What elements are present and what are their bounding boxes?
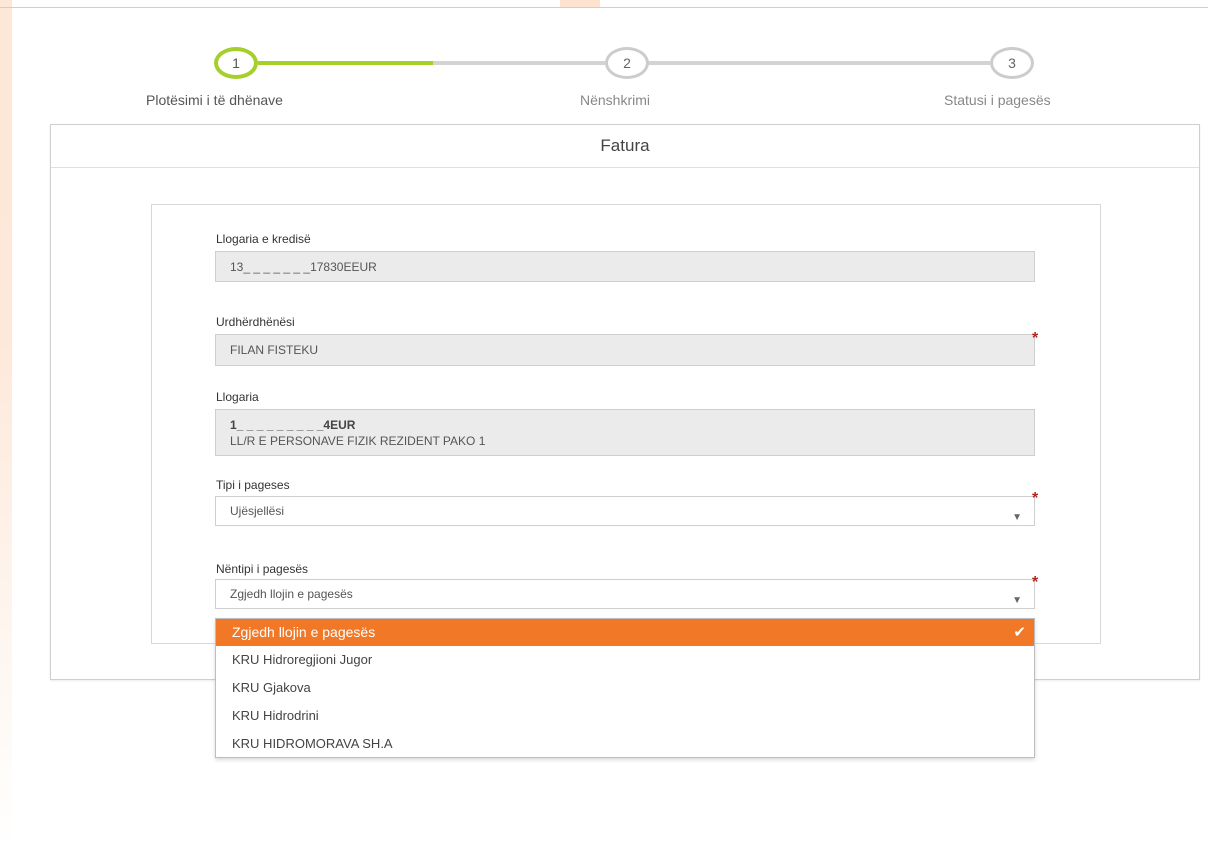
- credit-account-label: Llogaria e kredisë: [216, 232, 311, 246]
- progress-stepper: 1 2 3 Plotësimi i të dhënave Nënshkrimi …: [0, 0, 1208, 120]
- step-progress-line-done: [258, 61, 433, 65]
- step-progress-line-pending-2: [648, 61, 990, 65]
- card-title: Fatura: [51, 125, 1199, 168]
- asterisk-icon: *: [1032, 330, 1039, 347]
- dropdown-option[interactable]: KRU Hidroregjioni Jugor: [216, 646, 1034, 674]
- dropdown-option-selected[interactable]: Zgjedh llojin e pagesës ✔: [216, 619, 1034, 646]
- side-accent-decoration: [0, 0, 12, 851]
- dropdown-option[interactable]: KRU Hidrodrini: [216, 702, 1034, 730]
- payment-type-value: Ujësjellësi: [230, 504, 285, 518]
- dropdown-option[interactable]: KRU Gjakova: [216, 674, 1034, 702]
- payment-subtype-dropdown: Zgjedh llojin e pagesës ✔ KRU Hidroregji…: [215, 618, 1035, 758]
- dropdown-option-label: KRU Hidroregjioni Jugor: [232, 652, 373, 667]
- asterisk-icon: *: [1032, 574, 1039, 591]
- step-progress-line-pending: [433, 61, 605, 65]
- asterisk-icon: *: [1032, 490, 1039, 507]
- dropdown-option[interactable]: KRU HIDROMORAVA SH.A: [216, 730, 1034, 758]
- caret-down-icon: ▼: [1012, 512, 1022, 523]
- dropdown-option-label: KRU Hidrodrini: [232, 708, 319, 723]
- credit-account-field: 13_ _ _ _ _ _ _17830EEUR: [215, 251, 1035, 282]
- payer-label: Urdhërdhënësi: [216, 315, 295, 329]
- payment-subtype-select[interactable]: Zgjedh llojin e pagesës ▼: [215, 579, 1035, 609]
- step-2-label: Nënshkrimi: [580, 92, 651, 108]
- step-1-label: Plotësimi i të dhënave: [146, 92, 283, 108]
- step-3-circle[interactable]: 3: [990, 47, 1034, 79]
- step-3-label: Statusi i pagesës: [944, 92, 1051, 108]
- payment-subtype-value: Zgjedh llojin e pagesës: [230, 587, 353, 601]
- account-field: 1_ _ _ _ _ _ _ _ _4EUR LL/R E PERSONAVE …: [215, 409, 1035, 456]
- payment-type-select[interactable]: Ujësjellësi ▼: [215, 496, 1035, 526]
- dropdown-option-label: KRU Gjakova: [232, 680, 311, 695]
- payment-subtype-label: Nëntipi i pagesës: [216, 562, 309, 576]
- payment-type-label: Tipi i pageses: [216, 478, 290, 492]
- check-icon: ✔: [1013, 624, 1026, 641]
- credit-account-value: 13_ _ _ _ _ _ _17830EEUR: [230, 259, 377, 274]
- dropdown-option-label: Zgjedh llojin e pagesës: [232, 624, 376, 640]
- step-2-number: 2: [623, 55, 631, 71]
- payer-value: FILAN FISTEKU: [230, 343, 319, 357]
- dropdown-option-label: KRU HIDROMORAVA SH.A: [232, 736, 393, 751]
- account-label: Llogaria: [216, 390, 259, 404]
- caret-down-icon: ▼: [1012, 595, 1022, 606]
- account-number: 1_ _ _ _ _ _ _ _ _4EUR: [230, 417, 356, 432]
- account-description: LL/R E PERSONAVE FIZIK REZIDENT PAKO 1: [230, 433, 486, 448]
- step-1-number: 1: [232, 55, 240, 71]
- step-3-number: 3: [1008, 55, 1016, 71]
- step-2-circle[interactable]: 2: [605, 47, 649, 79]
- step-1-circle[interactable]: 1: [214, 47, 258, 79]
- payer-field: FILAN FISTEKU: [215, 334, 1035, 366]
